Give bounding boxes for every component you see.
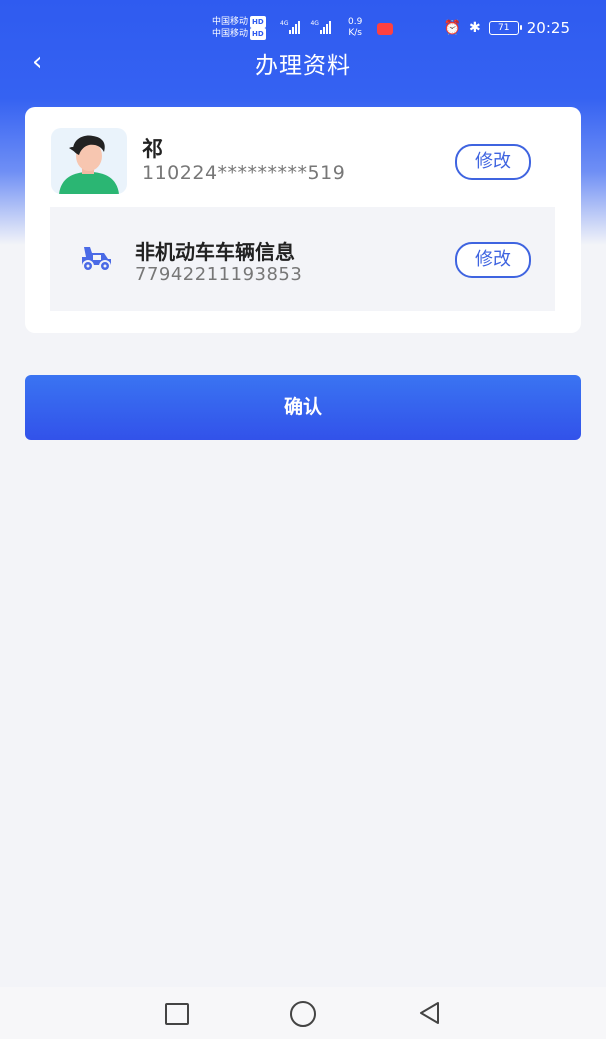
status-bar: 中国移动 HD 中国移动 HD 4G 4G 0.9 K/s ⏰ ✱ 71 20:25 — [0, 0, 606, 50]
hd-badge-2: HD — [250, 28, 266, 40]
vehicle-info-box: 非机动车车辆信息 77942211193853 修改 — [50, 207, 555, 311]
vehicle-number: 77942211193853 — [135, 264, 303, 285]
status-right: ⏰ ✱ 71 20:25 — [444, 19, 570, 37]
carrier-info: 中国移动 HD 中国移动 HD — [212, 16, 266, 40]
system-nav-bar — [0, 987, 606, 1039]
person-name: 祁 — [142, 137, 163, 161]
speed-value: 0.9 — [348, 17, 363, 27]
confirm-button[interactable]: 确认 — [25, 375, 581, 440]
edit-vehicle-button[interactable]: 修改 — [455, 242, 531, 278]
info-card: 祁 110224*********519 修改 非机动车车辆信息 7794221… — [25, 107, 581, 333]
signal-icon-1: 4G — [280, 20, 301, 34]
signal-icon-2: 4G — [310, 20, 331, 34]
speed-unit: K/s — [348, 28, 362, 38]
app-notification-icon — [377, 23, 393, 35]
person-avatar-icon — [59, 135, 119, 194]
network-speed: 0.9 K/s — [348, 17, 362, 39]
page-title: 办理资料 — [255, 53, 351, 79]
vehicle-title: 非机动车车辆信息 — [135, 240, 295, 264]
avatar — [51, 128, 127, 194]
alarm-icon: ⏰ — [443, 20, 462, 36]
signal-icons: 4G 4G — [280, 20, 331, 34]
edit-person-button[interactable]: 修改 — [455, 144, 531, 180]
electric-bike-icon — [82, 247, 111, 272]
hd-badge-1: HD — [250, 16, 266, 28]
nav-back-icon[interactable] — [418, 1001, 442, 1025]
person-id-number: 110224*********519 — [142, 162, 346, 184]
carrier-2: 中国移动 — [212, 29, 249, 39]
recent-apps-icon[interactable] — [165, 1003, 189, 1025]
clock: 20:25 — [526, 19, 570, 37]
carrier-1: 中国移动 — [212, 17, 249, 27]
battery-icon: 71 — [488, 21, 522, 35]
bluetooth-icon: ✱ — [469, 20, 481, 36]
home-icon[interactable] — [290, 1001, 316, 1027]
